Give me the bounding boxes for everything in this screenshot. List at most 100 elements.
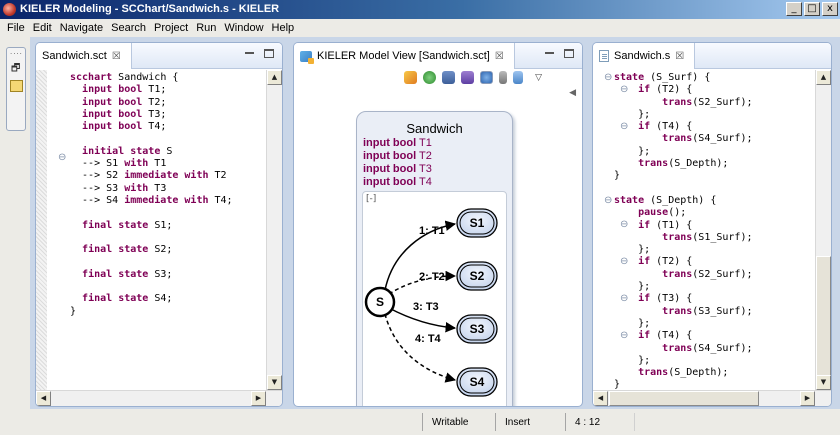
code-line: if (T3) { xyxy=(638,293,693,305)
code-line: trans(S2_Surf); xyxy=(662,96,753,108)
minimized-stack: ···· 🗗 xyxy=(6,47,26,131)
svg-text:S1: S1 xyxy=(470,216,485,230)
scroll-left-icon[interactable]: ◀ xyxy=(593,391,608,406)
scroll-thumb[interactable] xyxy=(816,256,831,386)
sct-source-code[interactable]: scchart Sandwich { input bool T1; input … xyxy=(70,72,233,318)
scroll-down-icon[interactable]: ▼ xyxy=(267,375,282,390)
code-line: pause(); xyxy=(638,207,687,219)
menu-run[interactable]: Run xyxy=(193,19,221,37)
maximize-button[interactable]: □ xyxy=(804,2,820,16)
vertical-scrollbar[interactable]: ▲ ▼ xyxy=(815,70,831,390)
code-line: final state S2; xyxy=(82,244,173,256)
scroll-right-icon[interactable]: ▶ xyxy=(800,391,815,406)
tab-label: Sandwich.s xyxy=(614,50,671,62)
svg-text:S3: S3 xyxy=(470,322,485,336)
code-line: initial state S xyxy=(82,145,173,157)
refresh-icon[interactable] xyxy=(423,71,437,84)
left-trim: ···· 🗗 xyxy=(0,37,30,435)
code-line: input bool T2; xyxy=(82,96,167,108)
restore-icon[interactable]: 🗗 xyxy=(11,61,20,78)
s-editor-panel: Sandwich.s ☒ ⊖ ⊖ ⊖ ⊖ ⊖ ⊖ ⊖ ⊖ state (S_Su… xyxy=(592,42,832,407)
horizontal-scrollbar[interactable]: ◀ ▶ xyxy=(36,390,282,406)
tab-label: Sandwich.sct xyxy=(42,50,107,62)
close-tab-icon[interactable]: ☒ xyxy=(112,51,121,62)
declaration-t3: input bool T3 xyxy=(363,163,432,175)
link-icon[interactable] xyxy=(513,71,524,84)
scroll-up-icon[interactable]: ▲ xyxy=(816,70,831,85)
status-writable: Writable xyxy=(432,417,469,428)
code-line: final state S3; xyxy=(82,268,173,280)
pin-icon[interactable] xyxy=(499,71,508,84)
code-line: trans(S3_Surf); xyxy=(662,305,753,317)
close-tab-icon[interactable]: ☒ xyxy=(495,51,504,62)
declarations: input bool T1 input bool T2 input bool T… xyxy=(363,137,432,189)
tab-model-view[interactable]: KIELER Model View [Sandwich.sct] ☒ xyxy=(294,43,515,69)
code-line: }; xyxy=(614,317,651,329)
left-ruler xyxy=(36,70,47,390)
menu-search[interactable]: Search xyxy=(108,19,151,37)
tab-sandwich-s[interactable]: Sandwich.s ☒ xyxy=(593,43,696,69)
status-insert-mode: Insert xyxy=(505,417,531,428)
code-line: final state S4; xyxy=(82,293,173,305)
view-menu-icon[interactable]: ▽ xyxy=(535,73,542,83)
scroll-right-icon[interactable]: ▶ xyxy=(251,391,266,406)
transition-to-s4[interactable] xyxy=(384,313,457,383)
menu-project[interactable]: Project xyxy=(151,19,193,37)
vertical-scrollbar[interactable]: ▲ ▼ xyxy=(266,70,282,390)
minimize-pane-icon[interactable] xyxy=(245,52,254,60)
sandwich-superstate[interactable]: Sandwich input bool T1 input bool T2 inp… xyxy=(356,111,513,406)
fold-toggle-icon[interactable]: ⊖ xyxy=(604,195,612,206)
final-state-s1[interactable]: S1 xyxy=(456,208,498,238)
menu-window[interactable]: Window xyxy=(221,19,268,37)
kieler-app-icon xyxy=(3,3,16,16)
transition-label-3: 3: T3 xyxy=(413,301,439,313)
fold-toggle-icon[interactable]: ⊖ xyxy=(58,152,66,163)
package-explorer-icon[interactable] xyxy=(10,80,23,92)
code-line: final state S1; xyxy=(82,219,173,231)
maximize-pane-icon[interactable] xyxy=(564,49,574,58)
s-source-code[interactable]: state (S_Surf) { if (T2) { trans(S2_Surf… xyxy=(614,72,753,392)
final-state-s2[interactable]: S2 xyxy=(456,261,498,291)
menu-file[interactable]: File xyxy=(4,19,30,37)
initial-state-s[interactable]: S xyxy=(364,286,396,318)
sync-icon[interactable] xyxy=(404,71,418,84)
tab-sandwich-sct[interactable]: Sandwich.sct ☒ xyxy=(36,43,132,69)
collapse-toolbar-icon[interactable]: ◀ xyxy=(569,88,576,98)
save-icon[interactable] xyxy=(442,71,456,84)
drag-handle-icon[interactable]: ···· xyxy=(10,50,23,58)
close-tab-icon[interactable]: ☒ xyxy=(675,51,684,62)
code-line: trans(S1_Surf); xyxy=(662,231,753,243)
menu-edit[interactable]: Edit xyxy=(30,19,57,37)
code-line: scchart Sandwich { xyxy=(70,72,179,83)
maximize-pane-icon[interactable] xyxy=(264,49,274,58)
close-button[interactable]: x xyxy=(822,2,838,16)
scroll-up-icon[interactable]: ▲ xyxy=(267,70,282,85)
transition-label-4: 4: T4 xyxy=(415,333,442,345)
code-line: if (T2) { xyxy=(638,84,693,96)
minimize-pane-icon[interactable] xyxy=(545,52,554,60)
final-state-s3[interactable]: S3 xyxy=(456,314,498,344)
code-line: input bool T3; xyxy=(82,108,167,120)
fold-toggle-icon[interactable]: ⊖ xyxy=(604,72,612,83)
region: [-] 1: T1 2: T2 3: T3 4: T4 S S1 S2 S3 S… xyxy=(362,191,507,406)
code-line: --> S1 with T1 xyxy=(70,158,167,170)
scroll-down-icon[interactable]: ▼ xyxy=(816,375,831,390)
branch-icon[interactable] xyxy=(461,71,475,84)
horizontal-scrollbar[interactable]: ◀ ▶ xyxy=(593,390,831,406)
code-line: input bool T4; xyxy=(82,121,167,133)
code-line: } xyxy=(614,170,621,182)
code-line: if (T4) { xyxy=(638,121,693,133)
settings-icon[interactable] xyxy=(480,71,494,84)
menu-help[interactable]: Help xyxy=(269,19,300,37)
scroll-thumb[interactable] xyxy=(609,391,759,406)
final-state-s4[interactable]: S4 xyxy=(456,367,498,397)
declaration-t1: input bool T1 xyxy=(363,137,432,149)
sct-editor-panel: Sandwich.sct ☒ ⊖ scchart Sandwich { inpu… xyxy=(35,42,283,407)
menu-navigate[interactable]: Navigate xyxy=(57,19,108,37)
model-view-toolbar: ▽ xyxy=(404,71,542,84)
scroll-left-icon[interactable]: ◀ xyxy=(36,391,51,406)
diagram-title: Sandwich xyxy=(406,121,463,136)
minimize-button[interactable]: _ xyxy=(786,2,802,16)
